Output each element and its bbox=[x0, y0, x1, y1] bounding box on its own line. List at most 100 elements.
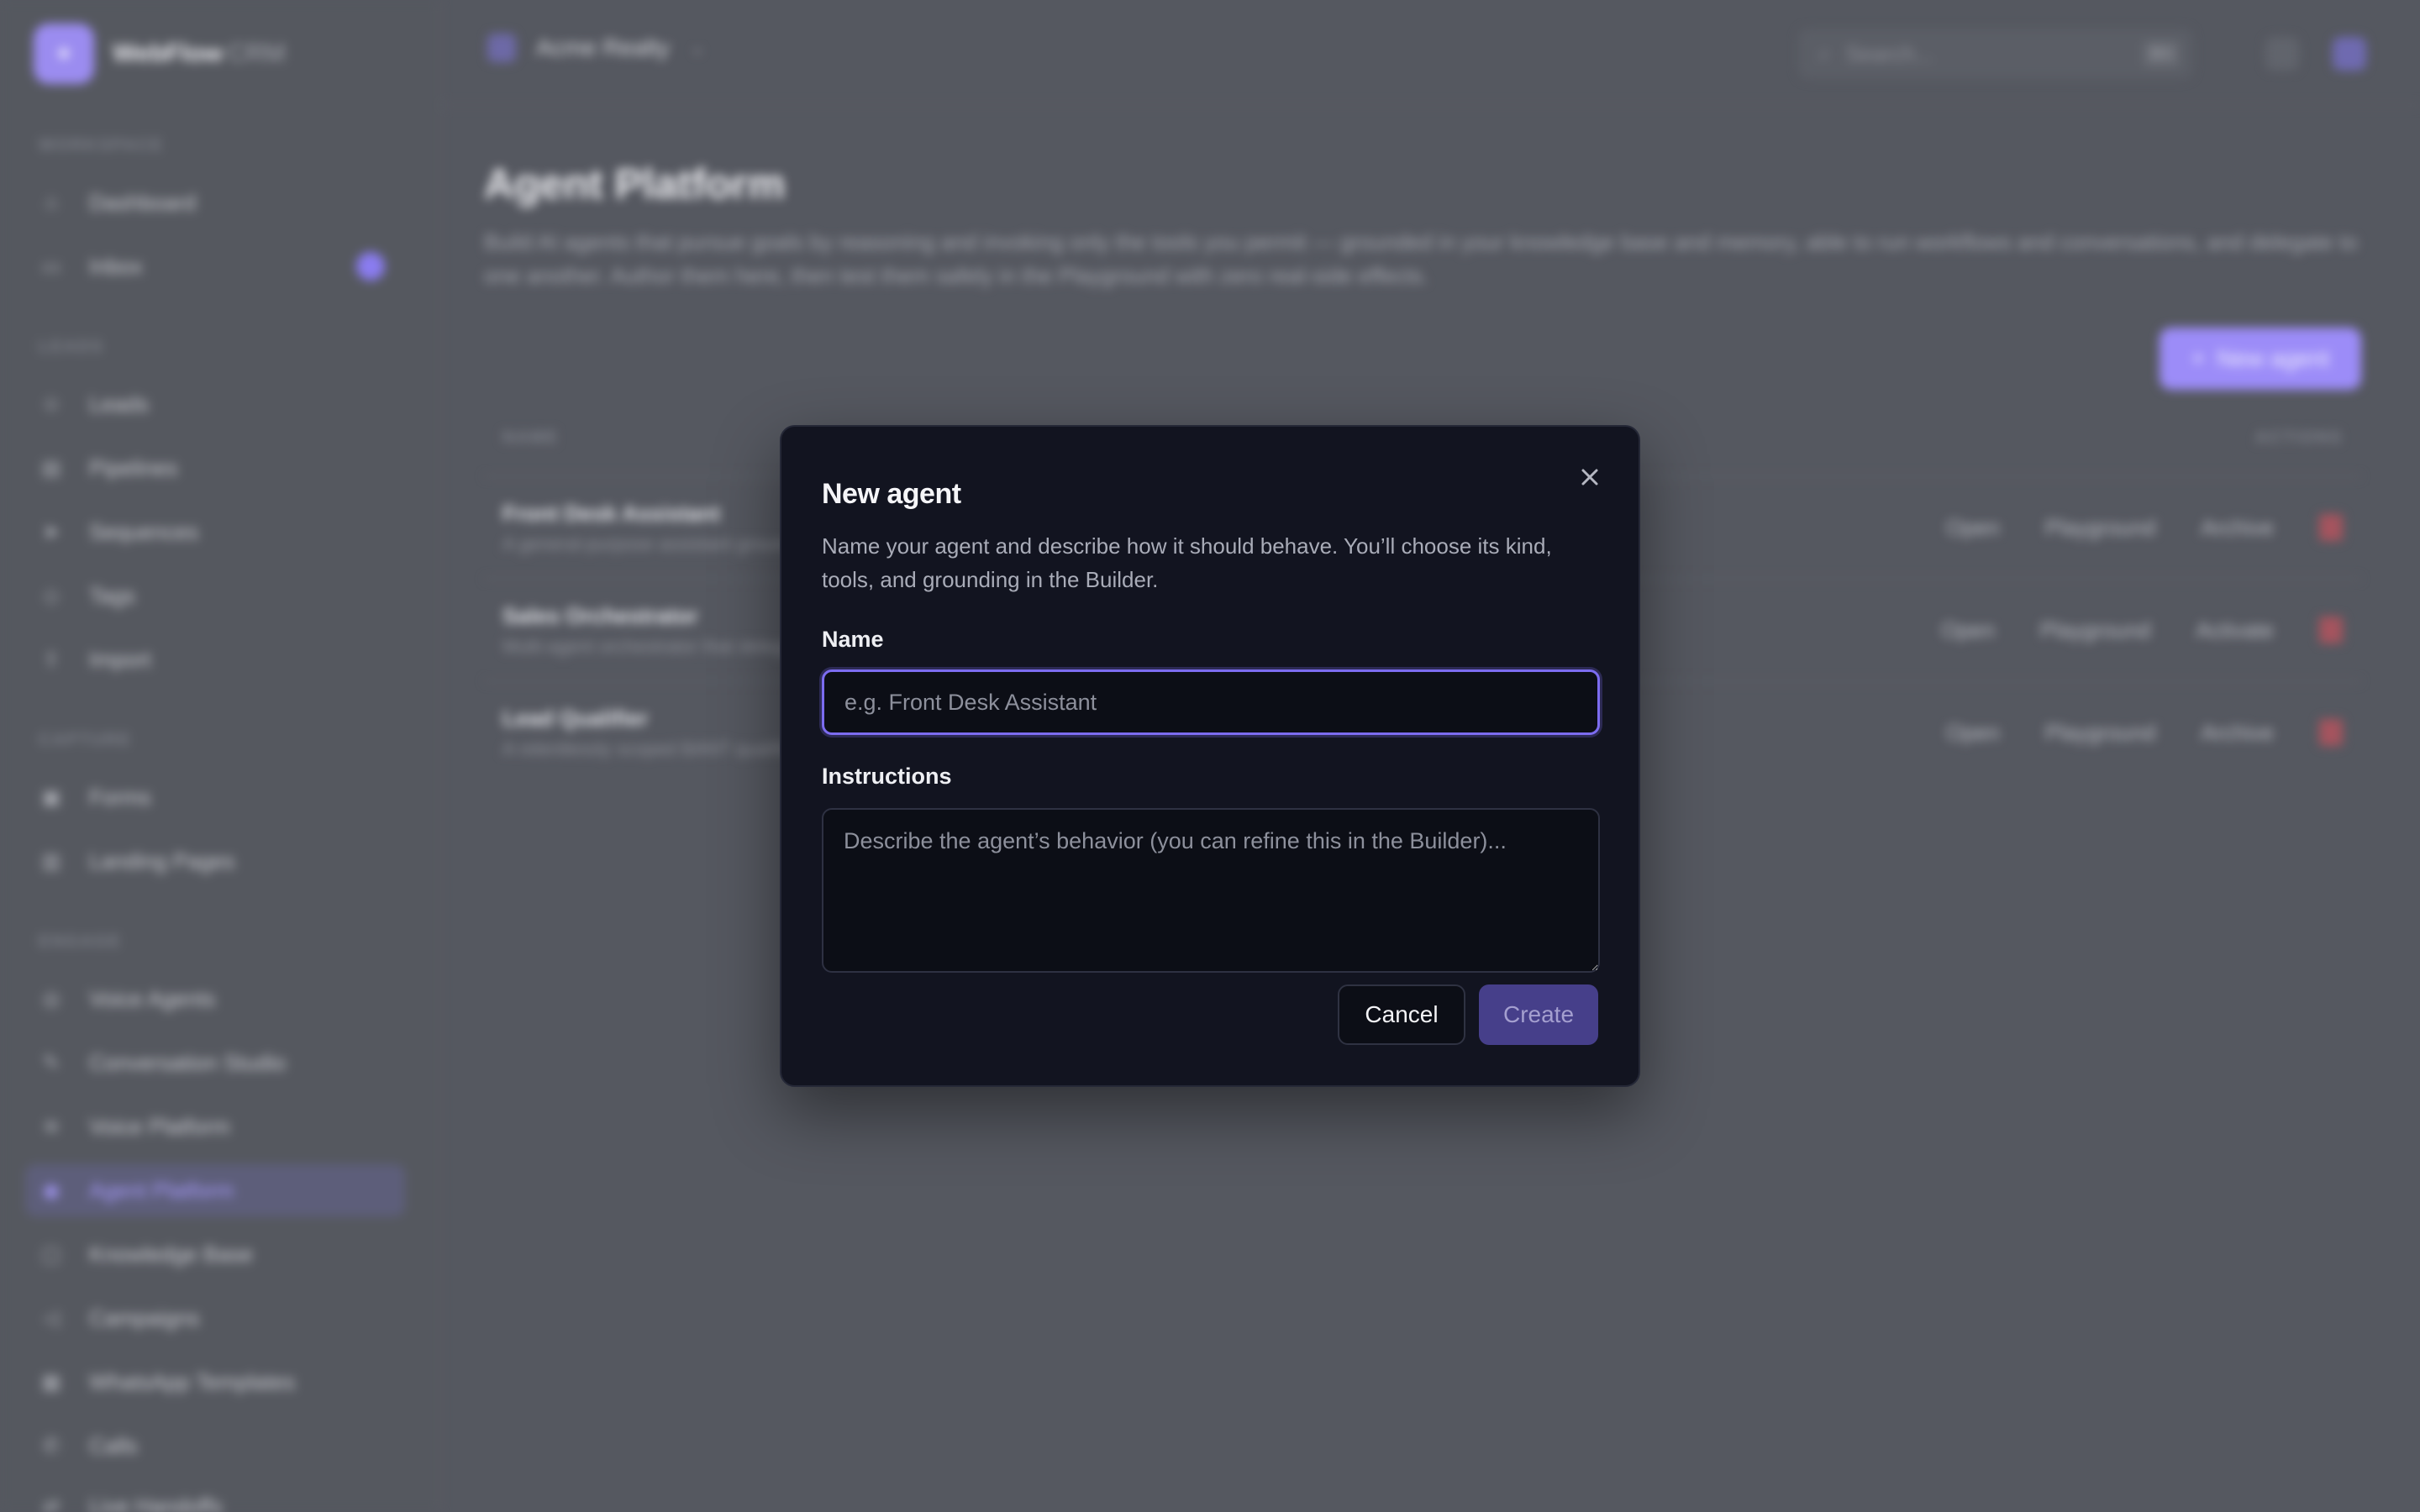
delete-icon[interactable] bbox=[2319, 719, 2343, 746]
wave-icon: ≋ bbox=[42, 1115, 60, 1138]
close-icon bbox=[1581, 469, 1598, 486]
sidebar-item-inbox[interactable]: ▭ Inbox bbox=[25, 240, 405, 292]
page-description: Build AI agents that pursue goals by rea… bbox=[484, 229, 2358, 288]
playground-button[interactable]: Playground bbox=[2040, 617, 2151, 643]
column-name: NAME bbox=[502, 428, 559, 447]
section-engage: ENGAGE bbox=[39, 932, 122, 951]
inbox-icon: ▭ bbox=[41, 255, 61, 278]
whatsapp-icon: ▦ bbox=[41, 1370, 61, 1394]
sidebar-item-label: Landing Pages bbox=[89, 848, 235, 874]
create-button[interactable]: Create bbox=[1479, 984, 1598, 1045]
chat-icon: ✎ bbox=[42, 1051, 60, 1074]
agent-name-field[interactable] bbox=[822, 669, 1600, 735]
org-avatar bbox=[487, 34, 516, 62]
home-icon: ⌂ bbox=[45, 191, 58, 213]
send-icon: ➤ bbox=[42, 520, 60, 543]
sidebar-item-sequences[interactable]: ➤ Sequences bbox=[25, 506, 405, 558]
topbar: Acme Realty ⌄ ⌕ Search... ⌘K bbox=[442, 0, 2420, 106]
search-input[interactable]: ⌕ Search... ⌘K bbox=[1798, 29, 2193, 79]
dialog-description: Name your agent and describe how it shou… bbox=[822, 533, 1552, 592]
sidebar-item-label: Campaigns bbox=[89, 1305, 200, 1331]
sidebar-item-leads[interactable]: ☺ Leads bbox=[25, 378, 405, 430]
new-agent-dialog: New agent Name your agent and describe h… bbox=[780, 425, 1640, 1087]
sidebar-item-landing-pages[interactable]: ▥ Landing Pages bbox=[25, 835, 405, 887]
form-icon: ▣ bbox=[41, 785, 61, 809]
close-button[interactable] bbox=[1573, 460, 1607, 494]
sidebar-item-calls[interactable]: ✆ Calls bbox=[25, 1420, 405, 1472]
sidebar-item-whatsapp-templates[interactable]: ▦ WhatsApp Templates bbox=[25, 1356, 405, 1408]
sidebar-item-conversation-studio[interactable]: ✎ Conversation Studio bbox=[25, 1037, 405, 1089]
sidebar-item-campaigns[interactable]: ◁ Campaigns bbox=[25, 1292, 405, 1344]
sidebar-item-label: Import bbox=[89, 646, 151, 672]
sidebar-item-label: Leads bbox=[89, 391, 149, 417]
upload-icon: ⇪ bbox=[42, 648, 60, 671]
archive-button[interactable]: Archive bbox=[2201, 515, 2274, 541]
section-workspace: WORKSPACE bbox=[39, 136, 164, 155]
search-placeholder: Search... bbox=[1845, 40, 1933, 66]
sidebar-item-label: Dashboard bbox=[89, 189, 197, 215]
name-label: Name bbox=[822, 627, 884, 652]
sidebar-item-label: Knowledge Base bbox=[89, 1241, 254, 1267]
book-icon: ▢ bbox=[41, 1242, 61, 1266]
sidebar-item-voice-agents[interactable]: ◎ Voice Agents bbox=[25, 973, 405, 1025]
sidebar-item-label: Inbox bbox=[89, 253, 143, 279]
megaphone-icon: ◁ bbox=[43, 1306, 60, 1330]
sidebar: ✦ WebFlow CRM WORKSPACE ⌂ Dashboard ▭ Inbox… bbox=[0, 0, 440, 1512]
sidebar-item-knowledge-base[interactable]: ▢ Knowledge Base bbox=[25, 1228, 405, 1280]
brand[interactable]: ✦ WebFlow CRM bbox=[34, 22, 285, 86]
notification-icon[interactable] bbox=[2265, 37, 2299, 71]
sidebar-item-forms[interactable]: ▣ Forms bbox=[25, 771, 405, 823]
brand-logo: ✦ bbox=[34, 24, 94, 84]
search-shortcut: ⌘K bbox=[2143, 40, 2180, 67]
delete-icon[interactable] bbox=[2319, 514, 2343, 541]
instructions-label: Instructions bbox=[822, 764, 952, 789]
column-actions: ACTIONS bbox=[2255, 428, 2343, 447]
sidebar-item-label: Forms bbox=[89, 784, 151, 810]
avatar[interactable] bbox=[2333, 37, 2366, 71]
section-leads: LEADS bbox=[39, 338, 104, 356]
new-agent-label: New agent bbox=[2217, 345, 2330, 371]
page-icon: ▥ bbox=[41, 849, 61, 873]
activate-button[interactable]: Activate bbox=[2196, 617, 2275, 643]
open-button[interactable]: Open bbox=[1946, 515, 2000, 541]
org-name: Acme Realty bbox=[536, 34, 670, 60]
section-capture: CAPTURE bbox=[39, 731, 132, 749]
page-title: Agent Platform bbox=[484, 160, 786, 207]
dialog-actions: Cancel Create bbox=[1338, 984, 1598, 1045]
plus-icon: + bbox=[2191, 345, 2206, 371]
tag-icon: ◇ bbox=[43, 584, 60, 607]
pipeline-icon: ▤ bbox=[41, 456, 61, 480]
new-agent-button[interactable]: + New agent bbox=[2160, 328, 2361, 390]
open-button[interactable]: Open bbox=[1946, 720, 2000, 746]
delete-icon[interactable] bbox=[2319, 617, 2343, 643]
main-content: Agent Platform Build AI agents that purs… bbox=[484, 160, 2361, 759]
open-button[interactable]: Open bbox=[1941, 617, 1995, 643]
archive-button[interactable]: Archive bbox=[2201, 720, 2274, 746]
sidebar-item-label: Voice Agents bbox=[89, 985, 216, 1011]
sidebar-item-label: Voice Platform bbox=[89, 1113, 230, 1139]
phone-icon: ✆ bbox=[42, 1434, 60, 1457]
sidebar-item-tags[interactable]: ◇ Tags bbox=[25, 570, 405, 622]
sidebar-item-pipelines[interactable]: ▤ Pipelines bbox=[25, 442, 405, 494]
chevron-down-icon: ⌄ bbox=[689, 37, 706, 58]
unread-badge bbox=[356, 252, 385, 281]
sidebar-item-label: Sequences bbox=[89, 518, 199, 544]
cancel-button[interactable]: Cancel bbox=[1338, 984, 1465, 1045]
mic-icon: ◎ bbox=[42, 987, 60, 1011]
sidebar-item-agent-platform[interactable]: ◉ Agent Platform bbox=[25, 1164, 405, 1216]
search-icon: ⌕ bbox=[1818, 40, 1831, 66]
sidebar-item-label: WhatsApp Templates bbox=[89, 1368, 296, 1394]
instructions-field[interactable] bbox=[822, 808, 1600, 973]
playground-button[interactable]: Playground bbox=[2045, 515, 2156, 541]
sidebar-item-label: Tags bbox=[89, 582, 135, 608]
sidebar-item-import[interactable]: ⇪ Import bbox=[25, 633, 405, 685]
sidebar-item-dashboard[interactable]: ⌂ Dashboard bbox=[25, 176, 405, 228]
sidebar-item-voice-platform[interactable]: ≋ Voice Platform bbox=[25, 1100, 405, 1152]
sidebar-item-live-handoffs[interactable]: ⇄ Live Handoffs bbox=[25, 1480, 405, 1512]
sidebar-item-label: Agent Platform bbox=[89, 1177, 234, 1203]
playground-button[interactable]: Playground bbox=[2045, 720, 2156, 746]
org-switcher[interactable]: Acme Realty ⌄ bbox=[487, 34, 705, 62]
handoff-icon: ⇄ bbox=[42, 1494, 60, 1512]
dialog-title: New agent bbox=[822, 478, 961, 510]
bot-icon: ◉ bbox=[42, 1179, 60, 1202]
